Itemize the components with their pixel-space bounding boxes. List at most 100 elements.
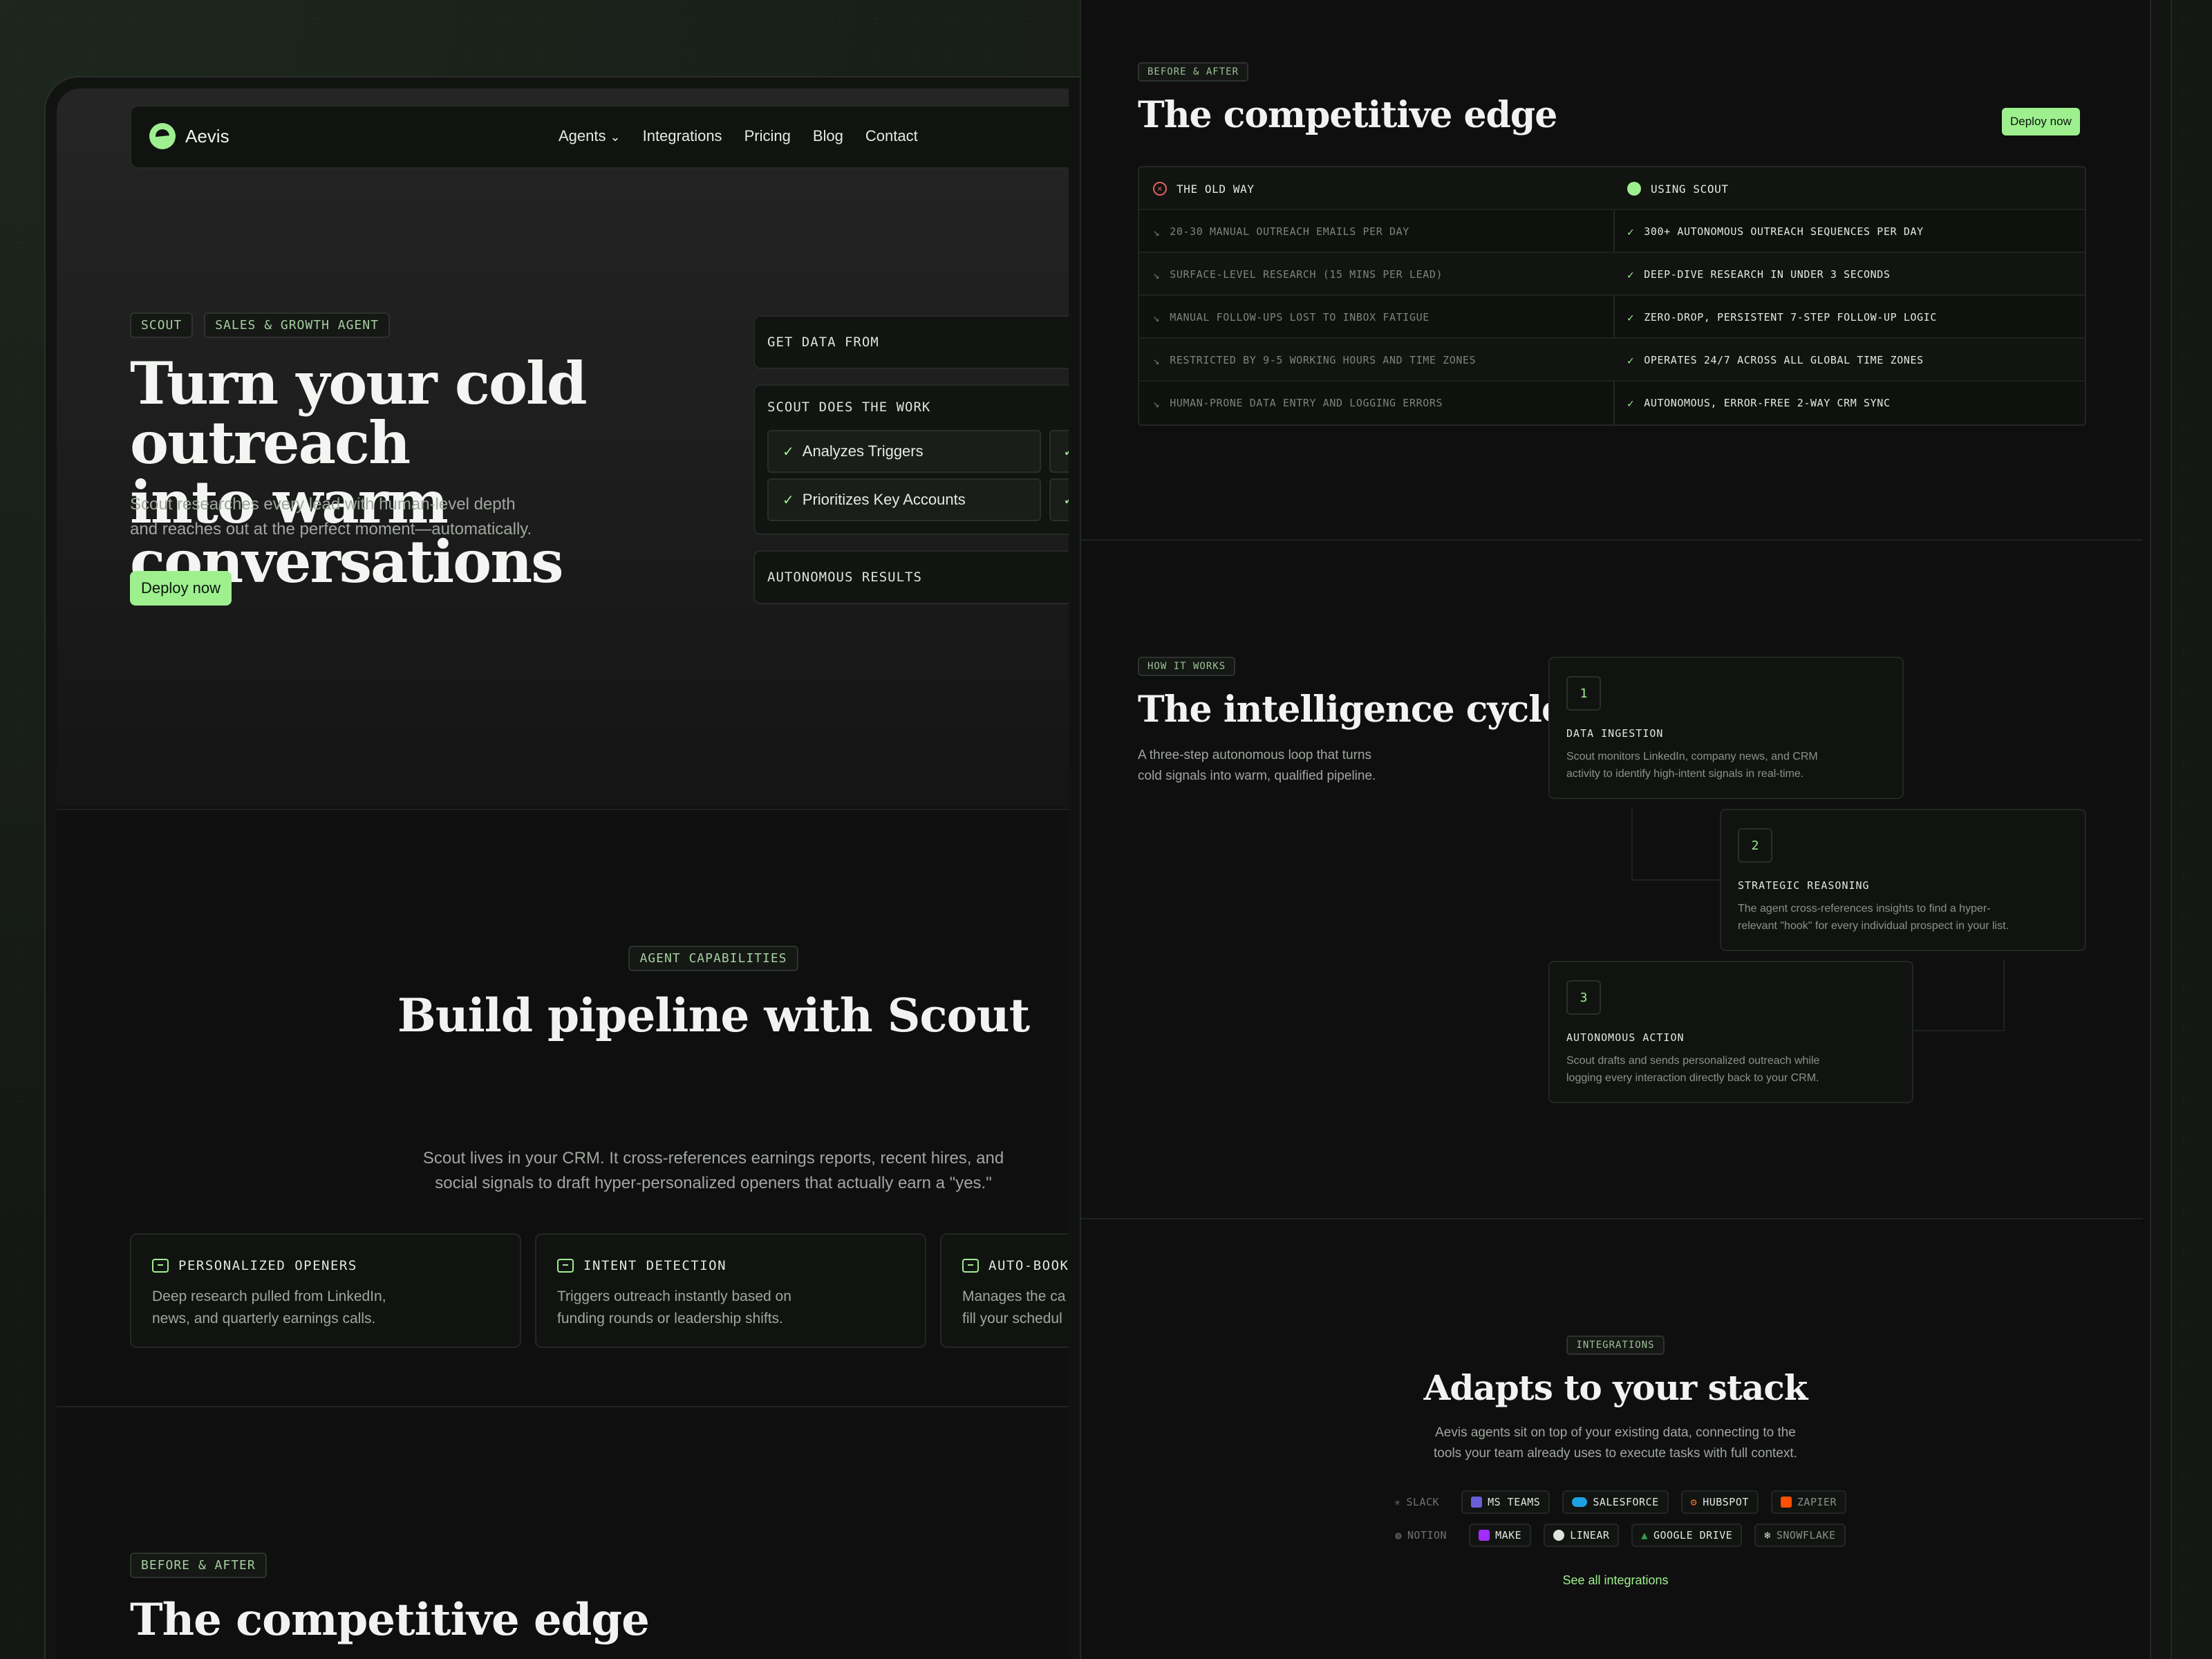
comparison-header-row: × THE OLD WAY USING SCOUT (1139, 167, 2085, 210)
workflow-item-extra: ✓ (1049, 430, 1069, 473)
integrations-subtitle-line-2: tools your team already uses to execute … (1434, 1446, 1797, 1461)
comparison-new-text: OPERATES 24/7 ACROSS ALL GLOBAL TIME ZON… (1644, 354, 1924, 366)
trend-down-icon: ↘ (1153, 268, 1161, 281)
integration-chip-label: MAKE (1495, 1529, 1522, 1541)
check-icon: ✓ (1627, 353, 1635, 367)
check-icon: ✓ (782, 444, 794, 460)
comparison-header-old-label: THE OLD WAY (1177, 182, 1255, 196)
comparison-header-new-label: USING SCOUT (1651, 182, 1729, 196)
hubspot-icon: ⚙ (1690, 1496, 1698, 1508)
see-all-integrations-link[interactable]: See all integrations (1080, 1573, 2151, 1588)
step-text-line-1: Scout drafts and sends personalized outr… (1566, 1055, 1820, 1067)
workflow-results: AUTONOMOUS RESULTS (753, 550, 1069, 604)
cycle-step-3: 3 AUTONOMOUS ACTION Scout drafts and sen… (1548, 961, 1913, 1103)
capability-card-title-text: PERSONALIZED OPENERS (178, 1258, 357, 1273)
integration-chip-salesforce[interactable]: SALESFORCE (1562, 1490, 1669, 1514)
step-text-line-2: relevant "hook" for every individual pro… (1738, 920, 2009, 932)
comparison-old-cell: ↘ SURFACE-LEVEL RESEARCH (15 MINS PER LEA… (1153, 253, 1443, 296)
integration-chip-ms-teams[interactable]: MS TEAMS (1461, 1490, 1550, 1514)
comparison-new-cell: ✓ 300+ AUTONOMOUS OUTREACH SEQUENCES PER … (1627, 210, 1924, 253)
section-divider (1081, 539, 2143, 541)
comparison-old-text: SURFACE-LEVEL RESEARCH (15 MINS PER LEAD… (1170, 268, 1443, 281)
aevis-logo-icon (1627, 182, 1641, 196)
workflow-item-triggers: ✓ Analyzes Triggers (767, 430, 1041, 473)
table-row: ↘ MANUAL FOLLOW-UPS LOST TO INBOX FATIGUE… (1139, 296, 2085, 339)
nav-link-blog[interactable]: Blog (813, 127, 843, 145)
tag-scout: SCOUT (130, 312, 194, 338)
cycle-tag: HOW IT WORKS (1138, 657, 1236, 676)
slack-icon: ✳ (1394, 1496, 1401, 1508)
integration-chip-google-drive[interactable]: ▲ GOOGLE DRIVE (1631, 1524, 1743, 1547)
step-number: 3 (1566, 980, 1601, 1015)
table-row: ↘ RESTRICTED BY 9-5 WORKING HOURS AND TIM… (1139, 339, 2085, 382)
table-row: ↘ HUMAN-PRONE DATA ENTRY AND LOGGING ERRO… (1139, 382, 2085, 424)
integration-chip-snowflake[interactable]: ❄ SNOWFLAKE (1754, 1524, 1846, 1547)
comparison-new-text: DEEP-DIVE RESEARCH IN UNDER 3 SECONDS (1644, 268, 1891, 281)
integration-chip-make[interactable]: MAKE (1469, 1524, 1532, 1547)
hero-deploy-button[interactable]: Deploy now (130, 571, 232, 606)
integration-chip-linear[interactable]: LINEAR (1544, 1524, 1620, 1547)
nav-link-integrations[interactable]: Integrations (643, 127, 722, 145)
make-icon (1479, 1530, 1490, 1541)
capability-card-openers: PERSONALIZED OPENERS Deep research pulle… (130, 1233, 521, 1348)
table-row: ↘ SURFACE-LEVEL RESEARCH (15 MINS PER LEA… (1139, 253, 2085, 296)
integration-chip-label: SNOWFLAKE (1776, 1529, 1836, 1541)
workflow-item-extra: ✓ (1049, 478, 1069, 521)
integration-chip-notion[interactable]: ◍ NOTION (1385, 1524, 1456, 1547)
capability-card-text: Deep research pulled from LinkedIn, news,… (152, 1286, 429, 1330)
integration-chip-zapier[interactable]: ZAPIER (1770, 1490, 1847, 1514)
comparison-header-new: USING SCOUT (1627, 167, 1729, 210)
left-competitive-title: The competitive edge (130, 1594, 650, 1646)
step-text-line-2: activity to identify high-intent signals… (1566, 768, 1804, 780)
capability-card-text-line-2: funding rounds or leadership shifts. (557, 1311, 783, 1327)
trend-down-icon: ↘ (1153, 396, 1161, 410)
capability-card-text-line-1: Manages the ca (962, 1288, 1066, 1304)
capabilities-subtitle-line-2: social signals to draft hyper-personaliz… (435, 1174, 992, 1192)
integration-chip-slack[interactable]: ✳ SLACK (1385, 1490, 1449, 1514)
workflow-scout-work: SCOUT DOES THE WORK ✓ Analyzes Triggers ✓… (753, 384, 1069, 535)
comparison-new-cell: ✓ ZERO-DROP, PERSISTENT 7-STEP FOLLOW-UP … (1627, 296, 1937, 339)
brand-logo[interactable]: Aevis (149, 123, 229, 149)
nav-link-contact[interactable]: Contact (865, 127, 918, 145)
section-divider (57, 1406, 1069, 1407)
integrations-subtitle: Aevis agents sit on top of your existing… (1410, 1423, 1821, 1464)
google-drive-icon: ▲ (1641, 1529, 1648, 1541)
integrations-row-1: ✳ SLACK MS TEAMS SALESFORCE ⚙ HUBSPOT ZAPI… (1080, 1490, 2151, 1514)
integration-chip-hubspot[interactable]: ⚙ HUBSPOT (1680, 1490, 1759, 1514)
capability-card-intent: INTENT DETECTION Triggers outreach insta… (535, 1233, 926, 1348)
capability-card-text-line-1: Triggers outreach instantly based on (557, 1288, 791, 1304)
check-icon: ✓ (1627, 396, 1635, 410)
hero-subtitle-line-1: Scout researches every lead with human-l… (130, 495, 516, 514)
check-icon: ✓ (1627, 310, 1635, 324)
workflow-item-accounts: ✓ Prioritizes Key Accounts (767, 478, 1041, 521)
left-competitive-tag-wrap: BEFORE & AFTER (130, 1553, 267, 1578)
comparison-header-old: × THE OLD WAY (1153, 167, 1255, 210)
step-text-line-1: Scout monitors LinkedIn, company news, a… (1566, 751, 1818, 762)
trend-down-icon: ↘ (1153, 225, 1161, 238)
table-row: ↘ 20-30 MANUAL OUTREACH EMAILS PER DAY ✓ 3… (1139, 210, 2085, 253)
comparison-new-cell: ✓ OPERATES 24/7 ACROSS ALL GLOBAL TIME ZO… (1627, 339, 1924, 382)
capability-card-text: Triggers outreach instantly based on fund… (557, 1286, 834, 1330)
integrations-tag: INTEGRATIONS (1566, 1335, 1665, 1355)
nav-link-pricing[interactable]: Pricing (744, 127, 791, 145)
comparison-new-text: AUTONOMOUS, ERROR-FREE 2-WAY CRM SYNC (1644, 397, 1891, 409)
integration-chip-label: GOOGLE DRIVE (1653, 1529, 1733, 1541)
step-text-line-2: logging every interaction directly back … (1566, 1072, 1819, 1084)
trend-down-icon: ↘ (1153, 310, 1161, 324)
comparison-old-cell: ↘ HUMAN-PRONE DATA ENTRY AND LOGGING ERRO… (1153, 382, 1443, 424)
step-number: 1 (1566, 676, 1601, 711)
competitive-deploy-button[interactable]: Deploy now (2002, 108, 2080, 135)
integration-chip-label: SALESFORCE (1593, 1496, 1659, 1508)
step-text-line-1: The agent cross-references insights to f… (1738, 903, 1991, 915)
check-icon: ✓ (1627, 225, 1635, 238)
step-text: The agent cross-references insights to f… (1738, 900, 2042, 935)
cycle-connector (1631, 809, 1721, 881)
competitive-tag: BEFORE & AFTER (1138, 62, 1249, 82)
workflow-results-title: AUTONOMOUS RESULTS (767, 570, 922, 585)
capability-card-auto-booking: AUTO-BOOKI Manages the ca fill your sched… (940, 1233, 1069, 1348)
section-divider (1081, 1218, 2143, 1219)
tag-sales-growth: SALES & GROWTH AGENT (204, 312, 390, 338)
top-nav: Aevis Agents ⌄ Integrations Pricing Blog … (130, 105, 1069, 169)
capability-card-text-line-2: fill your schedul (962, 1311, 1062, 1327)
nav-link-agents[interactable]: Agents ⌄ (559, 127, 621, 145)
